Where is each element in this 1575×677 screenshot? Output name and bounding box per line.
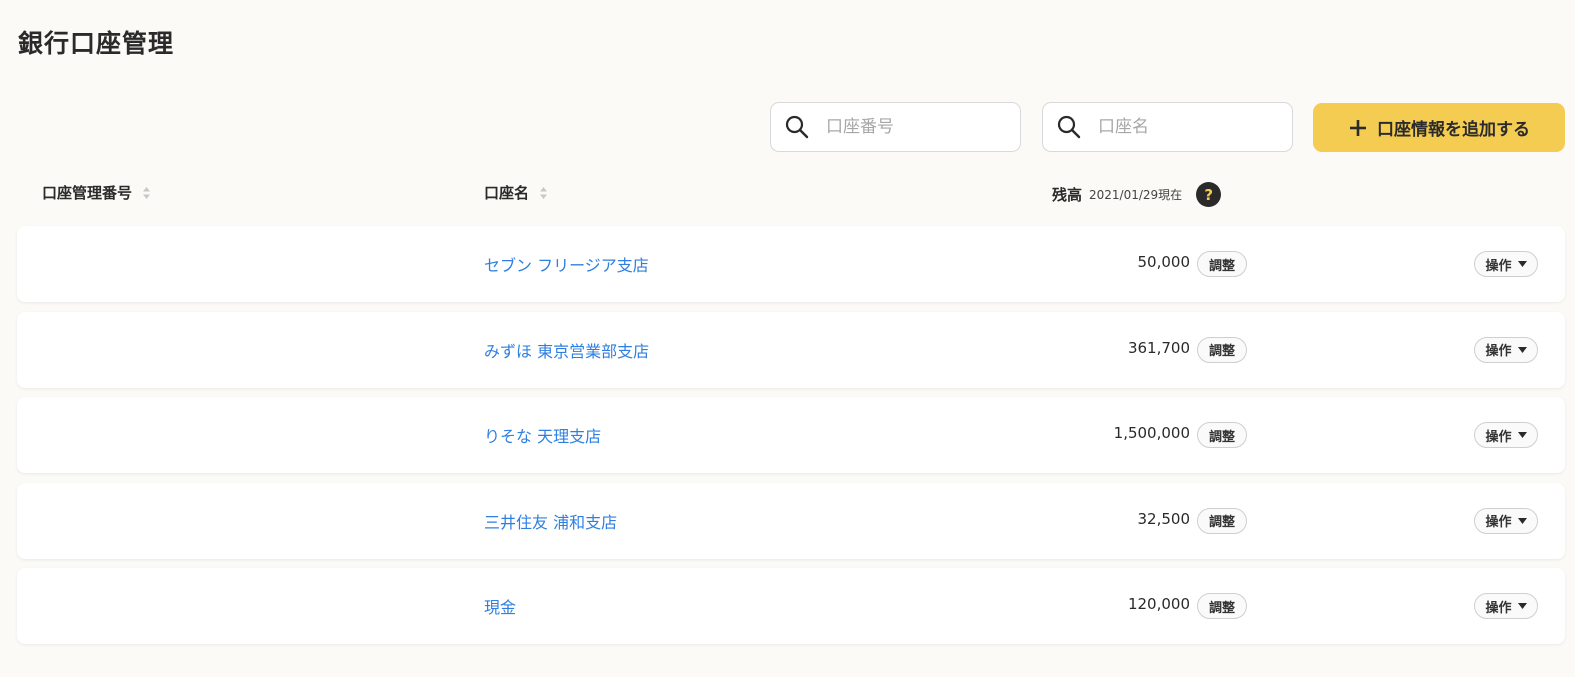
account-name-link[interactable]: 現金: [484, 594, 516, 618]
table-row: セブン フリージア支店 50,000 調整 操作: [17, 226, 1565, 302]
caret-down-icon: [1517, 432, 1527, 438]
column-header-label: 残高: [1052, 186, 1083, 204]
table-header: 口座管理番号 口座名 残高 2021/01/29現在 ?: [0, 176, 1575, 210]
operations-dropdown-button[interactable]: 操作: [1474, 593, 1538, 619]
add-account-button-label: 口座情報を追加する: [1377, 120, 1530, 140]
column-header-account-number[interactable]: 口座管理番号: [42, 182, 151, 203]
adjust-button[interactable]: 調整: [1197, 422, 1247, 448]
operations-label: 操作: [1485, 258, 1512, 274]
operations-dropdown-button[interactable]: 操作: [1474, 422, 1538, 448]
operations-dropdown-button[interactable]: 操作: [1474, 251, 1538, 277]
sort-icon[interactable]: [539, 186, 548, 200]
table-row: 三井住友 浦和支店 32,500 調整 操作: [17, 482, 1565, 559]
caret-down-icon: [1517, 261, 1527, 267]
column-header-balance: 残高 2021/01/29現在 ?: [1052, 182, 1222, 207]
operations-label: 操作: [1485, 515, 1512, 530]
operations-label: 操作: [1485, 344, 1512, 359]
account-balance: 120,000: [1127, 595, 1190, 613]
add-account-button[interactable]: 口座情報を追加する: [1313, 103, 1565, 152]
bank-account-management-page: 銀行口座管理 口座情報を追加する 口座管理番号 口座名: [0, 0, 1575, 677]
adjust-button[interactable]: 調整: [1197, 593, 1247, 619]
account-balance: 32,500: [1137, 509, 1191, 528]
operations-dropdown-button[interactable]: 操作: [1474, 336, 1538, 363]
operations-label: 操作: [1485, 429, 1512, 445]
account-name-link[interactable]: みずほ 東京営業部支店: [484, 338, 649, 362]
caret-down-icon: [1517, 603, 1527, 609]
account-name-search-box[interactable]: [1042, 102, 1293, 152]
account-name-link[interactable]: セブン フリージア支店: [484, 252, 649, 276]
account-balance: 361,700: [1127, 338, 1190, 357]
account-name-link[interactable]: 三井住友 浦和支店: [484, 509, 617, 533]
sort-icon[interactable]: [142, 186, 151, 200]
table-row: みずほ 東京営業部支店 361,700 調整 操作: [17, 311, 1565, 388]
caret-down-icon: [1517, 517, 1527, 524]
account-balance: 1,500,000: [1113, 424, 1190, 442]
search-icon: [785, 115, 809, 139]
balance-date-note: 2021/01/29現在: [1089, 188, 1183, 202]
operations-label: 操作: [1485, 600, 1512, 616]
account-name-link[interactable]: りそな 天理支店: [484, 423, 601, 447]
search-icon: [1057, 115, 1081, 139]
account-name-search-input[interactable]: [1098, 117, 1278, 137]
plus-icon: [1350, 119, 1366, 136]
page-title: 銀行口座管理: [18, 29, 175, 58]
column-header-label: 口座管理番号: [42, 184, 133, 202]
table-row: りそな 天理支店 1,500,000 調整 操作: [17, 397, 1565, 473]
caret-down-icon: [1517, 346, 1527, 353]
adjust-button[interactable]: 調整: [1197, 507, 1247, 534]
column-header-account-name[interactable]: 口座名: [484, 182, 548, 203]
operations-dropdown-button[interactable]: 操作: [1474, 507, 1538, 534]
account-number-search-input[interactable]: [826, 117, 1006, 137]
column-header-label: 口座名: [484, 184, 530, 202]
question-icon[interactable]: ?: [1196, 182, 1222, 207]
adjust-button[interactable]: 調整: [1197, 336, 1247, 363]
account-number-search-box[interactable]: [770, 102, 1021, 152]
account-balance: 50,000: [1137, 253, 1191, 271]
table-row: 現金 120,000 調整 操作: [17, 568, 1565, 644]
adjust-button[interactable]: 調整: [1197, 251, 1247, 277]
